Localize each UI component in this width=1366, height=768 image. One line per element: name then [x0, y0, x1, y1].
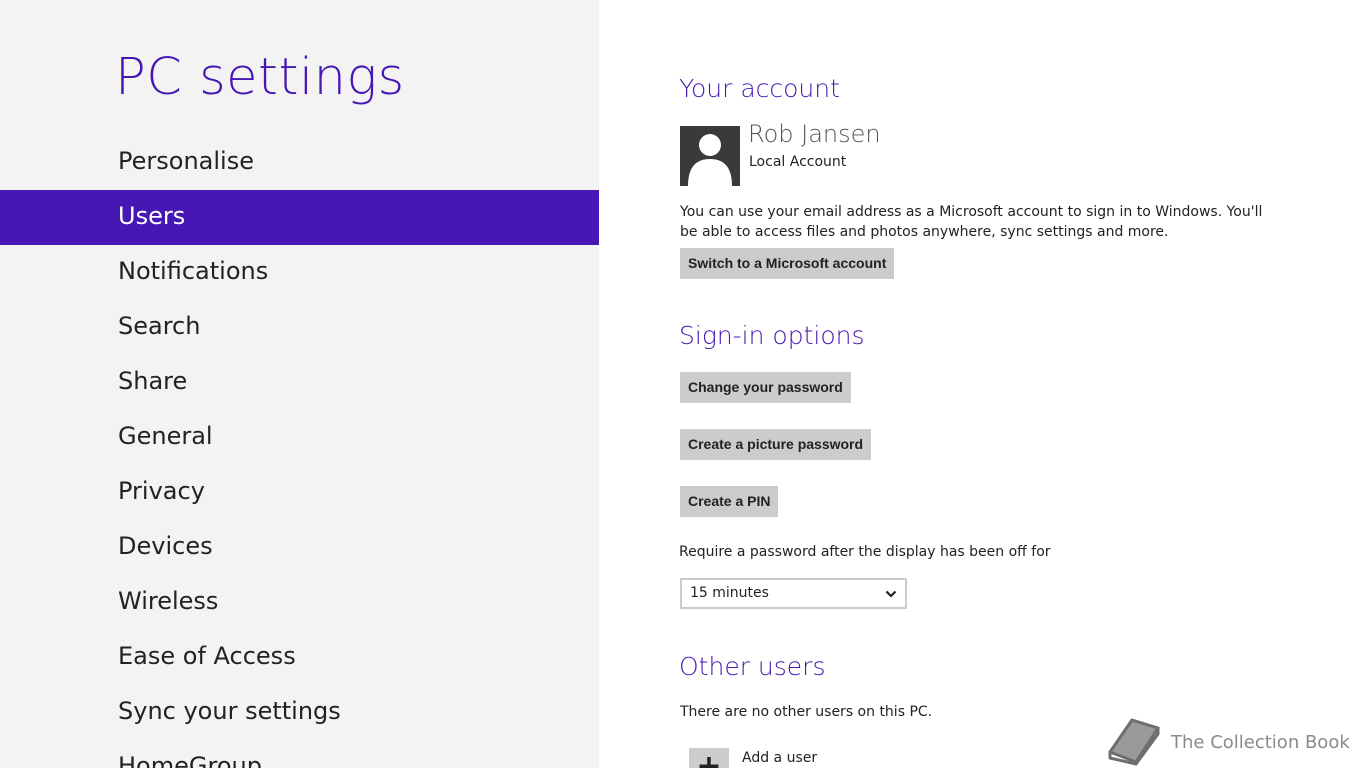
content-pane: Your account Rob Jansen Local Account Yo…: [599, 0, 1366, 768]
nav-item-wireless[interactable]: Wireless: [0, 575, 599, 630]
require-password-dropdown[interactable]: 15 minutes: [680, 578, 907, 609]
book-icon: [1108, 718, 1160, 766]
no-other-users-text: There are no other users on this PC.: [680, 704, 933, 720]
other-users-heading: Other users: [679, 652, 826, 681]
nav-item-search[interactable]: Search: [0, 300, 599, 355]
user-avatar: [680, 126, 740, 186]
user-name: Rob Jansen: [748, 120, 881, 148]
chevron-down-icon: [885, 590, 897, 598]
require-password-label: Require a password after the display has…: [679, 544, 1051, 560]
user-silhouette-icon: [688, 134, 732, 186]
nav-list: Personalise Users Notifications Search S…: [0, 135, 599, 768]
create-picture-password-button[interactable]: Create a picture password: [680, 429, 872, 460]
nav-item-notifications[interactable]: Notifications: [0, 245, 599, 300]
your-account-heading: Your account: [679, 74, 840, 103]
watermark: The Collection Book: [1106, 718, 1350, 766]
nav-item-share[interactable]: Share: [0, 355, 599, 410]
nav-item-general[interactable]: General: [0, 410, 599, 465]
change-password-button[interactable]: Change your password: [680, 372, 851, 403]
pc-settings-window: PC settings Personalise Users Notificati…: [0, 0, 1366, 768]
nav-item-privacy[interactable]: Privacy: [0, 465, 599, 520]
nav-item-homegroup[interactable]: HomeGroup: [0, 740, 599, 768]
plus-icon: +: [689, 748, 729, 768]
account-type: Local Account: [749, 154, 847, 170]
require-password-selected: 15 minutes: [690, 585, 769, 601]
switch-microsoft-account-button[interactable]: Switch to a Microsoft account: [680, 248, 895, 279]
create-pin-button[interactable]: Create a PIN: [680, 486, 779, 517]
nav-item-sync-settings[interactable]: Sync your settings: [0, 685, 599, 740]
add-user-label: Add a user: [742, 750, 818, 766]
navigation-pane: PC settings Personalise Users Notificati…: [0, 0, 599, 768]
page-title: PC settings: [115, 48, 405, 107]
nav-item-users[interactable]: Users: [0, 190, 599, 245]
watermark-text: The Collection Book: [1171, 732, 1350, 753]
microsoft-account-description: You can use your email address as a Micr…: [680, 204, 1263, 240]
nav-item-ease-of-access[interactable]: Ease of Access: [0, 630, 599, 685]
nav-item-personalise[interactable]: Personalise: [0, 135, 599, 190]
sign-in-options-heading: Sign-in options: [679, 321, 865, 350]
nav-item-devices[interactable]: Devices: [0, 520, 599, 575]
